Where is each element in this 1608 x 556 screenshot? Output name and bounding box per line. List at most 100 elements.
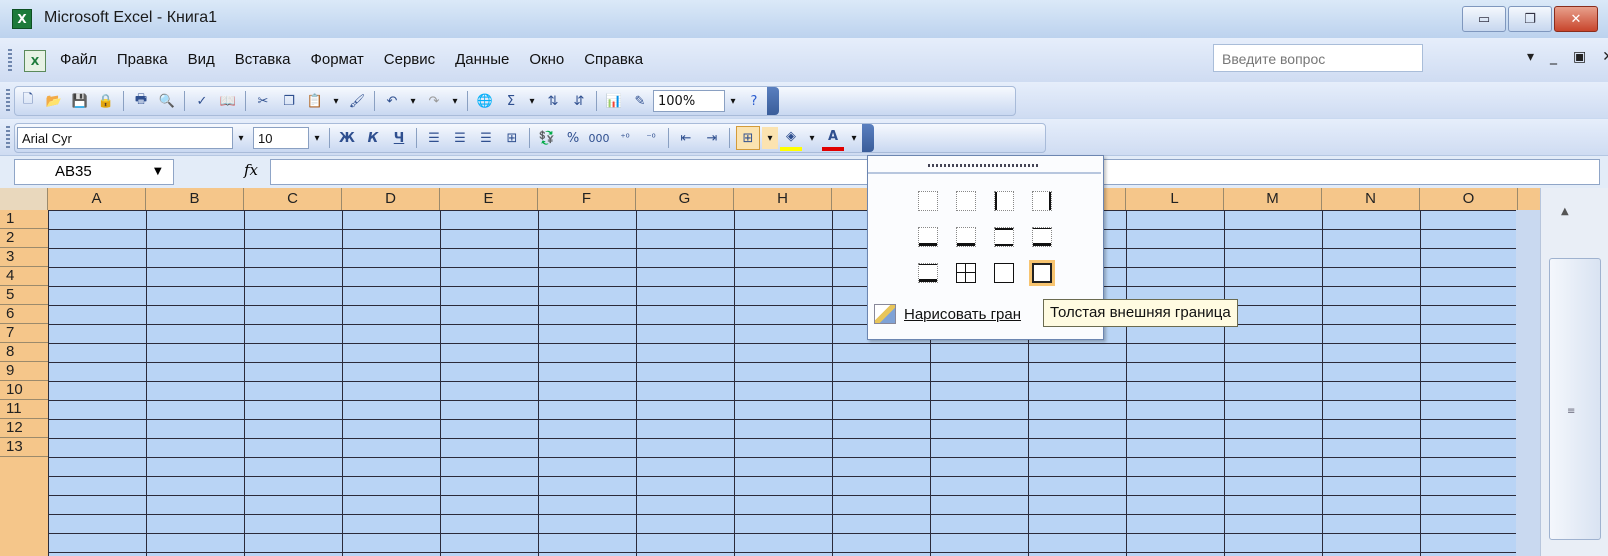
undo-dropdown-icon[interactable]: ▾ [405,90,421,112]
left-border-icon[interactable] [994,191,1014,211]
top-bottom-border-icon[interactable] [994,227,1014,247]
column-header-d[interactable]: D [342,188,440,210]
zoom-dropdown-icon[interactable]: ▾ [725,90,741,112]
autosum-icon[interactable]: Σ [500,90,522,112]
select-all-corner[interactable] [0,188,48,210]
row-header-11[interactable]: 11 [0,400,48,419]
draw-borders-item[interactable]: Нарисовать гран [874,304,1021,324]
dropdown-tearoff-grip[interactable] [928,164,1038,167]
menu-format[interactable]: Формат [310,51,363,68]
vertical-scrollbar[interactable]: ▲ ≡ [1540,188,1608,556]
font-name-box[interactable]: Arial Cyr [17,127,233,149]
toolbar-options-icon[interactable] [767,87,779,115]
hyperlink-icon[interactable]: 🌐 [474,90,496,112]
redo-dropdown-icon[interactable]: ▾ [447,90,463,112]
column-header-l[interactable]: L [1126,188,1224,210]
menu-file[interactable]: Файл [60,51,97,68]
scroll-thumb[interactable] [1549,258,1601,540]
menu-insert[interactable]: Вставка [235,51,291,68]
standard-toolbar-grip[interactable] [6,89,10,111]
help-icon[interactable]: ? [743,90,765,112]
autosum-dropdown-icon[interactable]: ▾ [524,90,540,112]
bold-button[interactable]: Ж [336,127,358,149]
menu-help[interactable]: Справка [584,51,643,68]
no-border-icon[interactable] [918,191,938,211]
top-thick-bottom-border-icon[interactable] [1032,227,1052,247]
print-preview-icon[interactable]: 🔍 [156,90,178,112]
close-window-button[interactable]: ✕ [1554,6,1598,32]
spelling-icon[interactable]: ✓ [191,90,213,112]
menu-window[interactable]: Окно [529,51,564,68]
thousands-button[interactable]: 000 [588,127,610,149]
all-borders-dotted-icon[interactable] [956,191,976,211]
paste-dropdown-icon[interactable]: ▾ [328,90,344,112]
bottom-double-border-icon[interactable] [918,227,938,247]
ask-dropdown-icon[interactable]: ▾ [1527,49,1534,65]
column-header-f[interactable]: F [538,188,636,210]
increase-indent-icon[interactable]: ⇥ [701,127,723,149]
format-painter-icon[interactable]: 🖌 [346,90,368,112]
all-borders-icon[interactable] [956,263,976,283]
font-size-box[interactable]: 10 [253,127,309,149]
ask-question-input[interactable]: Введите вопрос [1213,44,1423,72]
open-icon[interactable]: 📂 [43,90,65,112]
right-border-icon[interactable] [1032,191,1052,211]
menu-view[interactable]: Вид [188,51,215,68]
top-double-bottom-border-icon[interactable] [918,263,938,283]
decrease-indent-icon[interactable]: ⇤ [675,127,697,149]
insert-function-icon[interactable]: fx [244,161,258,179]
zoom-box[interactable]: 100% [653,90,725,112]
drawing-icon[interactable]: ✎ [629,90,651,112]
row-header-9[interactable]: 9 [0,362,48,381]
font-name-dropdown-icon[interactable]: ▾ [233,127,249,149]
column-header-b[interactable]: B [146,188,244,210]
sort-desc-icon[interactable]: ⇵ [568,90,590,112]
menu-data[interactable]: Данные [455,51,509,68]
fill-color-icon[interactable]: ◈ [780,125,802,151]
row-header-1[interactable]: 1 [0,210,48,229]
print-icon[interactable]: 🖶 [130,90,152,112]
name-box-dropdown-icon[interactable]: ▼ [154,166,162,177]
doc-minimize-button[interactable]: _ [1550,49,1557,65]
fill-color-dropdown-icon[interactable]: ▾ [804,127,820,149]
thick-box-border-icon[interactable] [1032,263,1052,283]
align-right-icon[interactable]: ☰ [475,127,497,149]
decrease-decimal-icon[interactable]: ⁻⁰ [640,127,662,149]
outside-borders-icon[interactable] [994,263,1014,283]
menu-tools[interactable]: Сервис [384,51,435,68]
column-header-h[interactable]: H [734,188,832,210]
undo-icon[interactable]: ↶ [381,90,403,112]
merge-center-icon[interactable]: ⊞ [501,127,523,149]
name-box[interactable]: AB35 [14,159,174,185]
font-color-icon[interactable]: A [822,125,844,151]
permission-icon[interactable]: 🔒 [95,90,117,112]
scroll-up-icon[interactable]: ▲ [1561,206,1569,217]
row-header-13[interactable]: 13 [0,438,48,457]
font-color-dropdown-icon[interactable]: ▾ [846,127,862,149]
paste-icon[interactable]: 📋 [304,90,326,112]
thick-bottom-border-icon[interactable] [956,227,976,247]
row-header-2[interactable]: 2 [0,229,48,248]
row-header-7[interactable]: 7 [0,324,48,343]
save-icon[interactable]: 💾 [69,90,91,112]
column-header-c[interactable]: C [244,188,342,210]
borders-dropdown-icon[interactable]: ▾ [762,127,778,149]
currency-icon[interactable]: 💱 [536,127,558,149]
align-left-icon[interactable]: ☰ [423,127,445,149]
column-header-e[interactable]: E [440,188,538,210]
increase-decimal-icon[interactable]: ⁺⁰ [614,127,636,149]
cell-grid[interactable] [48,210,1516,556]
row-header-5[interactable]: 5 [0,286,48,305]
row-header-3[interactable]: 3 [0,248,48,267]
menubar-grip[interactable] [8,49,12,71]
row-header-8[interactable]: 8 [0,343,48,362]
doc-close-button[interactable]: ✕ [1602,49,1608,65]
font-size-dropdown-icon[interactable]: ▾ [309,127,325,149]
research-icon[interactable]: 📖 [217,90,239,112]
restore-window-button[interactable]: ❐ [1508,6,1552,32]
formatting-toolbar-grip[interactable] [6,126,10,148]
percent-button[interactable]: % [562,127,584,149]
cut-icon[interactable]: ✂ [252,90,274,112]
copy-icon[interactable]: ❐ [278,90,300,112]
redo-icon[interactable]: ↷ [423,90,445,112]
